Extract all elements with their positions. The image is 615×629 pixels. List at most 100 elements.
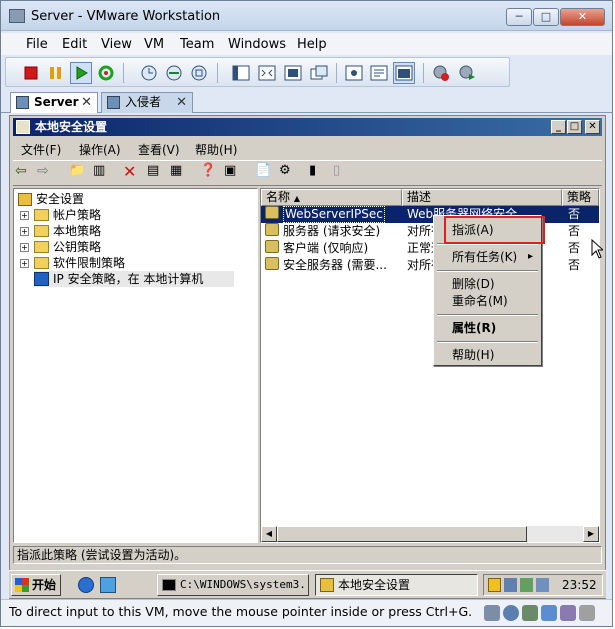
table-row[interactable]: WebServerIPSec Web服务器网络安全 否 bbox=[261, 206, 599, 223]
scroll-right-icon[interactable]: ▶ bbox=[583, 526, 599, 542]
floppy-icon[interactable] bbox=[522, 605, 538, 621]
scroll-left-icon[interactable]: ◀ bbox=[261, 526, 277, 542]
snapshot-manager-icon[interactable] bbox=[188, 62, 210, 84]
snapshot-icon[interactable] bbox=[138, 62, 160, 84]
mmc-minimize-button[interactable]: _ bbox=[551, 120, 566, 134]
show-hide-icon[interactable]: ▣ bbox=[224, 163, 246, 185]
expand-icon[interactable]: + bbox=[20, 227, 29, 236]
table-row[interactable]: 服务器 (请求安全) 对所有 否 bbox=[261, 223, 599, 240]
hard-disk-icon[interactable] bbox=[484, 605, 500, 621]
forward-icon[interactable]: ⇨ bbox=[37, 163, 59, 185]
record-icon[interactable] bbox=[430, 62, 452, 84]
mmc-maximize-button[interactable]: □ bbox=[567, 120, 582, 134]
expand-icon[interactable]: + bbox=[20, 259, 29, 268]
table-row[interactable]: 客户端 (仅响应) 正常通 否 bbox=[261, 240, 599, 257]
new-policy-icon[interactable]: 📄 bbox=[255, 163, 277, 185]
ipsec-policy-icon bbox=[34, 272, 49, 286]
tree-item-ipsec-policy[interactable]: IP 安全策略，在 本地计算机 bbox=[34, 271, 234, 287]
revert-snapshot-icon[interactable] bbox=[163, 62, 185, 84]
table-row[interactable]: 安全服务器 (需要... 对所有 否 bbox=[261, 257, 599, 274]
start-button[interactable]: 开始 bbox=[11, 574, 61, 596]
mouse-cursor-icon bbox=[591, 239, 603, 259]
mmc-close-button[interactable]: ✕ bbox=[585, 120, 600, 134]
mmc-menu-action[interactable]: 操作(A) bbox=[79, 141, 121, 158]
network-adapter-icon[interactable] bbox=[541, 605, 557, 621]
menu-item-properties[interactable]: 属性(R) bbox=[436, 318, 539, 338]
menu-team[interactable]: Team bbox=[180, 37, 214, 52]
message-log-icon[interactable] bbox=[579, 605, 595, 621]
task-cmd[interactable]: C:\WINDOWS\system3... bbox=[157, 574, 309, 596]
menu-view[interactable]: View bbox=[101, 37, 132, 52]
policy-folder-icon bbox=[34, 225, 49, 237]
close-button[interactable]: ✕ bbox=[560, 8, 605, 26]
mmc-toolbar: ⇦ ⇨ 📁 ▥ ✕ ▤ ▦ ❓ ▣ 📄 ⚙ ▮ ▯ bbox=[13, 160, 602, 186]
ie-icon[interactable] bbox=[78, 577, 94, 593]
usb-icon[interactable] bbox=[560, 605, 576, 621]
title-bar[interactable]: Server - VMware Workstation ─ □ ✕ bbox=[1, 1, 612, 31]
close-tab-icon[interactable]: ✕ bbox=[176, 93, 187, 112]
unassign-icon[interactable]: ▯ bbox=[333, 163, 355, 185]
scroll-thumb[interactable] bbox=[277, 526, 527, 542]
mmc-menu-view[interactable]: 查看(V) bbox=[138, 141, 180, 158]
menu-item-help[interactable]: 帮助(H) bbox=[436, 345, 539, 365]
window-title: Server - VMware Workstation bbox=[31, 9, 221, 24]
column-header-description[interactable]: 描述 bbox=[402, 189, 562, 206]
policy-icon bbox=[265, 206, 279, 219]
tab-server[interactable]: Server ✕ bbox=[10, 92, 98, 113]
tree-root-label: 安全设置 bbox=[36, 192, 85, 206]
tab-intruder[interactable]: 入侵者 ✕ bbox=[101, 92, 193, 113]
full-screen-icon[interactable] bbox=[282, 62, 304, 84]
tab-intruder-label: 入侵者 bbox=[125, 95, 162, 109]
expand-icon[interactable]: + bbox=[20, 211, 29, 220]
mmc-status-bar: 指派此策略 (尝试设置为活动)。 bbox=[13, 546, 602, 564]
column-header-policy[interactable]: 策略 bbox=[562, 189, 599, 206]
network-icon[interactable] bbox=[504, 578, 517, 592]
power-on-icon[interactable] bbox=[70, 62, 92, 84]
menu-windows[interactable]: Windows bbox=[228, 37, 286, 52]
reset-icon[interactable] bbox=[95, 62, 117, 84]
mmc-menu-bar: 文件(F) 操作(A) 查看(V) 帮助(H) bbox=[13, 138, 602, 158]
mmc-menu-file[interactable]: 文件(F) bbox=[21, 141, 61, 158]
replay-icon[interactable] bbox=[456, 62, 478, 84]
menu-item-all-tasks[interactable]: 所有任务(K) ▸ bbox=[436, 247, 539, 267]
cd-rom-icon[interactable] bbox=[503, 605, 519, 621]
menu-vm[interactable]: VM bbox=[144, 37, 164, 52]
show-desktop-icon[interactable] bbox=[100, 577, 116, 593]
properties-icon[interactable]: ▤ bbox=[147, 163, 169, 185]
export-list-icon[interactable]: ▦ bbox=[170, 163, 192, 185]
close-tab-icon[interactable]: ✕ bbox=[81, 93, 92, 112]
assign-icon[interactable]: ▮ bbox=[309, 163, 331, 185]
show-tree-icon[interactable]: ▥ bbox=[93, 163, 115, 185]
menu-item-rename[interactable]: 重命名(M) bbox=[436, 291, 539, 311]
sidebar-icon[interactable] bbox=[230, 62, 252, 84]
console-view-icon[interactable] bbox=[343, 62, 365, 84]
horizontal-scrollbar[interactable]: ◀ ▶ bbox=[261, 526, 599, 542]
mmc-menu-help[interactable]: 帮助(H) bbox=[195, 141, 237, 158]
delete-icon[interactable]: ✕ bbox=[123, 162, 145, 184]
shield-icon[interactable] bbox=[488, 578, 501, 592]
maximize-button[interactable]: □ bbox=[533, 8, 559, 26]
up-folder-icon[interactable]: 📁 bbox=[69, 163, 91, 185]
quick-switch-icon[interactable] bbox=[256, 62, 278, 84]
tree-item-label: 帐户策略 bbox=[53, 208, 102, 222]
unity-icon[interactable] bbox=[308, 62, 330, 84]
manage-filters-icon[interactable]: ⚙ bbox=[279, 163, 301, 185]
expand-icon[interactable]: + bbox=[20, 243, 29, 252]
back-icon[interactable]: ⇦ bbox=[15, 163, 37, 185]
mmc-title-bar[interactable]: 本地安全设置 _ □ ✕ bbox=[13, 118, 602, 136]
vmware-tools-icon[interactable] bbox=[536, 578, 549, 592]
security-settings-icon bbox=[18, 193, 32, 206]
network-icon[interactable] bbox=[520, 578, 533, 592]
host-toolbar bbox=[5, 57, 510, 87]
minimize-button[interactable]: ─ bbox=[506, 8, 532, 26]
menu-help[interactable]: Help bbox=[297, 37, 327, 52]
summary-view-icon[interactable] bbox=[368, 62, 390, 84]
tabs-view-icon[interactable] bbox=[393, 62, 415, 84]
help-icon[interactable]: ❓ bbox=[200, 163, 222, 185]
power-off-icon[interactable] bbox=[20, 62, 42, 84]
suspend-icon[interactable] bbox=[45, 62, 67, 84]
menu-file[interactable]: File bbox=[26, 37, 48, 52]
column-header-name[interactable]: 名称 ▲ bbox=[261, 189, 402, 206]
menu-edit[interactable]: Edit bbox=[62, 37, 87, 52]
task-local-security-settings[interactable]: 本地安全设置 bbox=[315, 574, 478, 596]
